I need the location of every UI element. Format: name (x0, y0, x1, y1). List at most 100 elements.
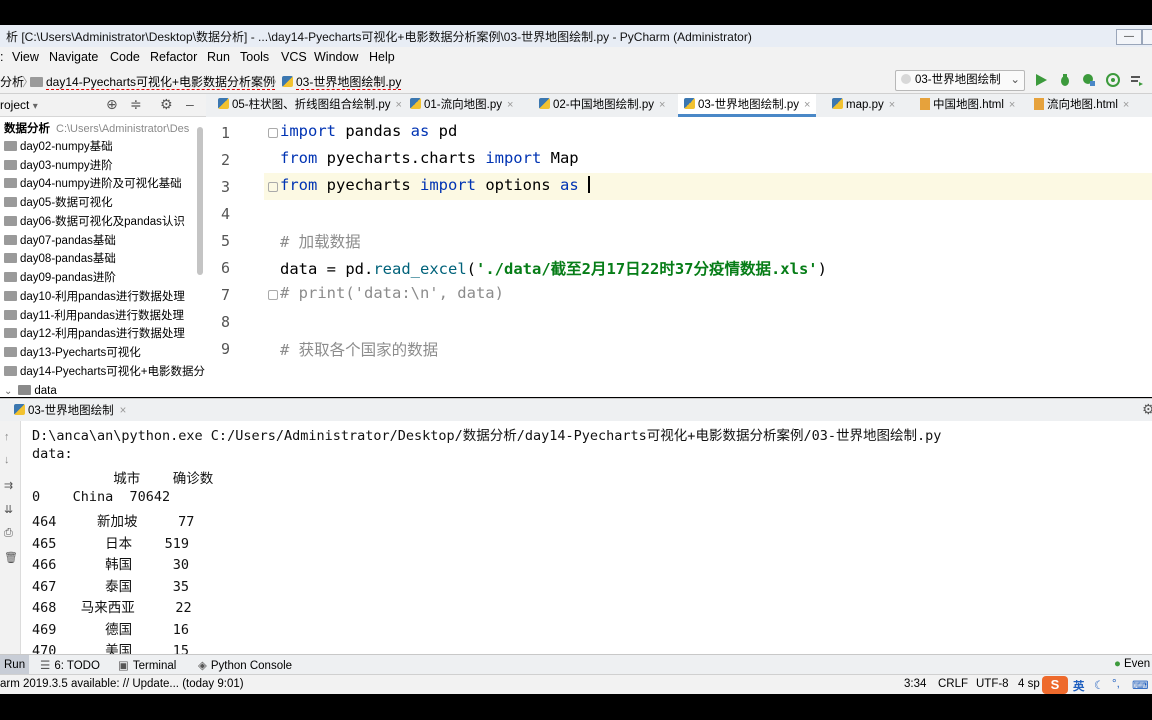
python-file-icon (410, 98, 421, 109)
code-text: pyecharts.charts (317, 149, 486, 167)
tree-item[interactable]: day06-数据可视化及pandas认识 (4, 213, 185, 231)
tree-item[interactable]: day02-numpy基础 (4, 138, 113, 156)
trash-icon[interactable]: 🗑 (4, 551, 18, 564)
tree-item[interactable]: day08-pandas基础 (4, 250, 116, 268)
console-table-row: 0 China 70642 (32, 489, 171, 505)
tree-item[interactable]: day14-Pyecharts可视化+电影数据分 (4, 363, 205, 381)
menu-code[interactable]: Code (110, 50, 140, 64)
project-view-selector[interactable]: roject ▾ (0, 98, 38, 112)
file-encoding[interactable]: UTF-8 (976, 678, 1009, 690)
soft-wrap-icon[interactable]: ⇉ (4, 479, 16, 492)
close-icon[interactable]: × (507, 99, 513, 111)
hide-panel-icon[interactable]: – (186, 96, 194, 112)
fold-marker-icon[interactable] (268, 182, 278, 192)
tree-item[interactable]: day12-利用pandas进行数据处理 (4, 325, 185, 343)
tree-item[interactable]: day03-numpy进阶 (4, 157, 113, 175)
tab-flow-map-html[interactable]: 流向地图.html × (1028, 94, 1135, 117)
editor-bottom-edge (206, 371, 1152, 397)
close-icon[interactable]: × (1009, 99, 1015, 111)
terminal-icon: ▣ (118, 660, 129, 672)
close-icon[interactable]: × (889, 99, 895, 111)
event-log-tool-button[interactable]: ● Even (1114, 658, 1150, 670)
fold-marker-icon[interactable] (268, 290, 278, 300)
menu-help[interactable]: Help (369, 50, 395, 64)
moon-icon: ☾ (1094, 680, 1105, 692)
run-panel-header: 03-世界地图绘制 × ⚙ (0, 398, 1152, 422)
tab-map-py[interactable]: map.py × (826, 94, 901, 117)
menu-tools[interactable]: Tools (240, 50, 269, 64)
menu-navigate[interactable]: Navigate (49, 50, 98, 64)
menu-view[interactable]: View (12, 50, 39, 64)
gear-icon[interactable]: ⚙ (1142, 401, 1152, 418)
tree-item[interactable]: day04-numpy进阶及可视化基础 (4, 175, 182, 193)
tree-item-label: day08-pandas基础 (20, 253, 116, 265)
line-number: 4 (220, 205, 230, 223)
tree-item[interactable]: day09-pandas进阶 (4, 269, 116, 287)
caret-position[interactable]: 3:34 (904, 678, 926, 690)
close-icon[interactable]: × (1123, 99, 1129, 111)
tree-item-label: day06-数据可视化及pandas认识 (20, 216, 185, 228)
menu-run[interactable]: Run (207, 50, 230, 64)
tree-item-label: day11-利用pandas进行数据处理 (20, 310, 185, 322)
close-icon[interactable]: × (804, 99, 810, 111)
run-console-output[interactable]: D:\anca\an\python.exe C:/Users/Administr… (21, 421, 1152, 654)
tree-item[interactable]: day07-pandas基础 (4, 232, 116, 250)
tab-china-map[interactable]: 02-中国地图绘制.py × (533, 94, 671, 117)
breadcrumb-root[interactable]: 分析 (0, 73, 24, 90)
code-editor[interactable]: 1 2 3 4 5 6 7 8 9 import pandas as pd fr… (206, 117, 1152, 397)
tree-root[interactable]: 数据分析 C:\Users\Administrator\Des (4, 120, 189, 138)
close-icon[interactable]: × (659, 99, 665, 111)
tree-item[interactable]: day10-利用pandas进行数据处理 (4, 288, 185, 306)
python-console-label: Python Console (210, 660, 293, 672)
maximize-button[interactable] (1142, 29, 1152, 45)
run-icon[interactable] (1034, 73, 1048, 87)
arrow-down-icon[interactable]: ↓ (4, 454, 16, 466)
collapse-all-icon[interactable]: ≑ (130, 96, 142, 113)
close-icon[interactable]: × (395, 99, 401, 111)
terminal-tool-button[interactable]: ▣ Terminal (118, 658, 176, 672)
breadcrumb-file[interactable]: 03-世界地图绘制.py (282, 73, 402, 90)
run-configuration-select[interactable]: 03-世界地图绘制 ⌄ (895, 70, 1025, 91)
fold-marker-icon[interactable] (268, 128, 278, 138)
locate-icon[interactable]: ⊕ (106, 96, 118, 113)
minimize-button[interactable]: — (1116, 29, 1142, 45)
tab-world-map[interactable]: 03-世界地图绘制.py × (678, 94, 817, 117)
scroll-to-end-icon[interactable]: ⇊ (4, 503, 16, 516)
project-scrollbar[interactable] (197, 127, 203, 275)
line-separator[interactable]: CRLF (938, 678, 968, 690)
menu-refactor[interactable]: Refactor (150, 50, 197, 64)
ime-logo-icon[interactable]: S (1042, 676, 1068, 694)
menu-vcs[interactable]: VCS (281, 50, 307, 64)
gear-icon[interactable]: ⚙ (160, 96, 173, 113)
menu-window[interactable]: Window (314, 50, 358, 64)
tab-china-map-html[interactable]: 中国地图.html × (914, 94, 1021, 117)
tab-bar-line-chart[interactable]: 05-柱状图、折线图组合绘制.py × (212, 94, 408, 117)
editor-tab-bar: 05-柱状图、折线图组合绘制.py × 01-流向地图.py × 02-中国地图绘制… (206, 94, 1152, 118)
run-tab[interactable]: 03-世界地图绘制 × (14, 402, 126, 418)
tab-flow-map[interactable]: 01-流向地图.py × (404, 94, 519, 117)
profile-icon[interactable] (1106, 73, 1120, 87)
tree-item[interactable]: day13-Pyecharts可视化 (4, 344, 141, 362)
indent-setting[interactable]: 4 sp (1018, 678, 1040, 690)
python-console-tool-button[interactable]: ◈ Python Console (198, 658, 292, 672)
todo-tool-button[interactable]: ☰ 6: TODO (40, 658, 100, 672)
debug-icon[interactable] (1058, 73, 1072, 87)
console-table-row: 464 新加坡 77 (32, 514, 195, 530)
line-number: 8 (220, 313, 230, 331)
tree-item[interactable]: day11-利用pandas进行数据处理 (4, 307, 184, 325)
folder-icon (30, 77, 43, 87)
breadcrumb-folder[interactable]: day14-Pyecharts可视化+电影数据分析案例 (30, 73, 276, 90)
tab-label: 中国地图.html (933, 99, 1004, 111)
tree-item[interactable]: day05-数据可视化 (4, 194, 113, 212)
coverage-icon[interactable] (1082, 73, 1096, 87)
status-message[interactable]: arm 2019.3.5 available: // Update... (to… (0, 678, 244, 690)
ime-language[interactable]: 英 (1073, 678, 1085, 694)
tree-item-data[interactable]: ⌄ data (4, 382, 57, 397)
line-number: 9 (220, 340, 230, 358)
close-icon[interactable]: × (120, 405, 127, 417)
build-icon[interactable] (1130, 73, 1144, 87)
run-tool-button[interactable]: Run (0, 655, 30, 675)
arrow-up-icon[interactable]: ↑ (4, 431, 16, 443)
print-icon[interactable]: ⎙ (4, 527, 16, 539)
menu-edit-fragment[interactable]: : (0, 50, 3, 64)
